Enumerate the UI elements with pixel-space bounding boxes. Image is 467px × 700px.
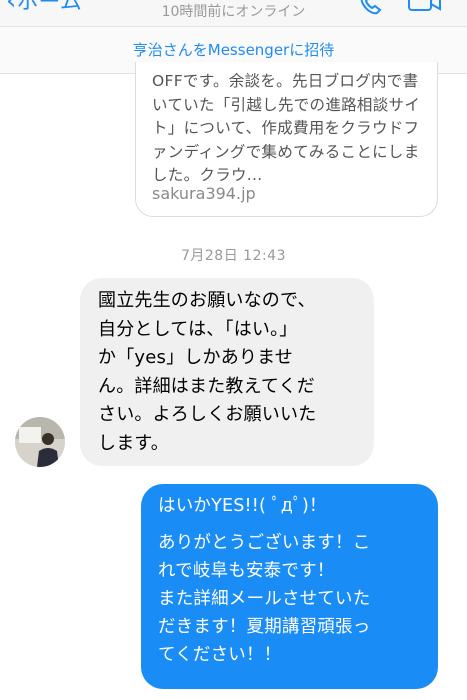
message-line: れで岐阜も安泰です！ — [158, 561, 335, 581]
message-line: さい。よろしくお願いいた — [98, 404, 317, 425]
online-status: 10時間前にオンライン — [161, 4, 306, 20]
incoming-message-text: 國立先生のお願いなので、 自分としては、「はい。」 か「yes」しかありませ ん… — [98, 287, 368, 458]
message-line: はいかYES!!( ﾟдﾟ)！ — [158, 496, 327, 516]
message-line: 自分としては、「はい。」 — [98, 318, 298, 340]
message-line: ん。詳細はまた教えてくだ — [98, 375, 315, 397]
chat-header: ‹ホーム 10時間前にオンライン — [0, 0, 467, 26]
phone-icon[interactable] — [358, 0, 384, 16]
link-description: OFFです。余談を。先日ブログ内で書いていた「引越し先での進路相談サイト」につい… — [152, 72, 421, 184]
outgoing-message-bubble[interactable]: はいかYES!!( ﾟдﾟ)！ ありがとうございます！こ れで岐阜も安泰です！ … — [141, 484, 438, 689]
message-line: 國立先生のお願いなので、 — [98, 290, 316, 311]
message-timestamp: 7月28日 12:43 — [180, 248, 287, 264]
message-line: か「yes」しかありませ — [98, 347, 293, 368]
incoming-message-bubble[interactable]: 國立先生のお願いなので、 自分としては、「はい。」 か「yes」しかありませ ん… — [80, 278, 374, 466]
message-line: てください！！ — [158, 645, 282, 665]
video-camera-icon[interactable] — [408, 0, 442, 14]
message-line: します。 — [98, 432, 169, 454]
outgoing-message-text: はいかYES!!( ﾟдﾟ)！ ありがとうございます！こ れで岐阜も安泰です！ … — [158, 492, 436, 669]
message-line: ありがとうございます！こ — [158, 533, 371, 553]
avatar[interactable] — [15, 417, 65, 467]
link-domain: sakura394.jp — [152, 184, 256, 203]
message-line: だきます！夏期講習頑張っ — [158, 617, 371, 637]
link-preview-card[interactable]: OFFです。余談を。先日ブログ内で書いていた「引越し先での進路相談サイト」につい… — [135, 62, 438, 217]
message-line: また詳細メールさせていた — [158, 589, 371, 609]
